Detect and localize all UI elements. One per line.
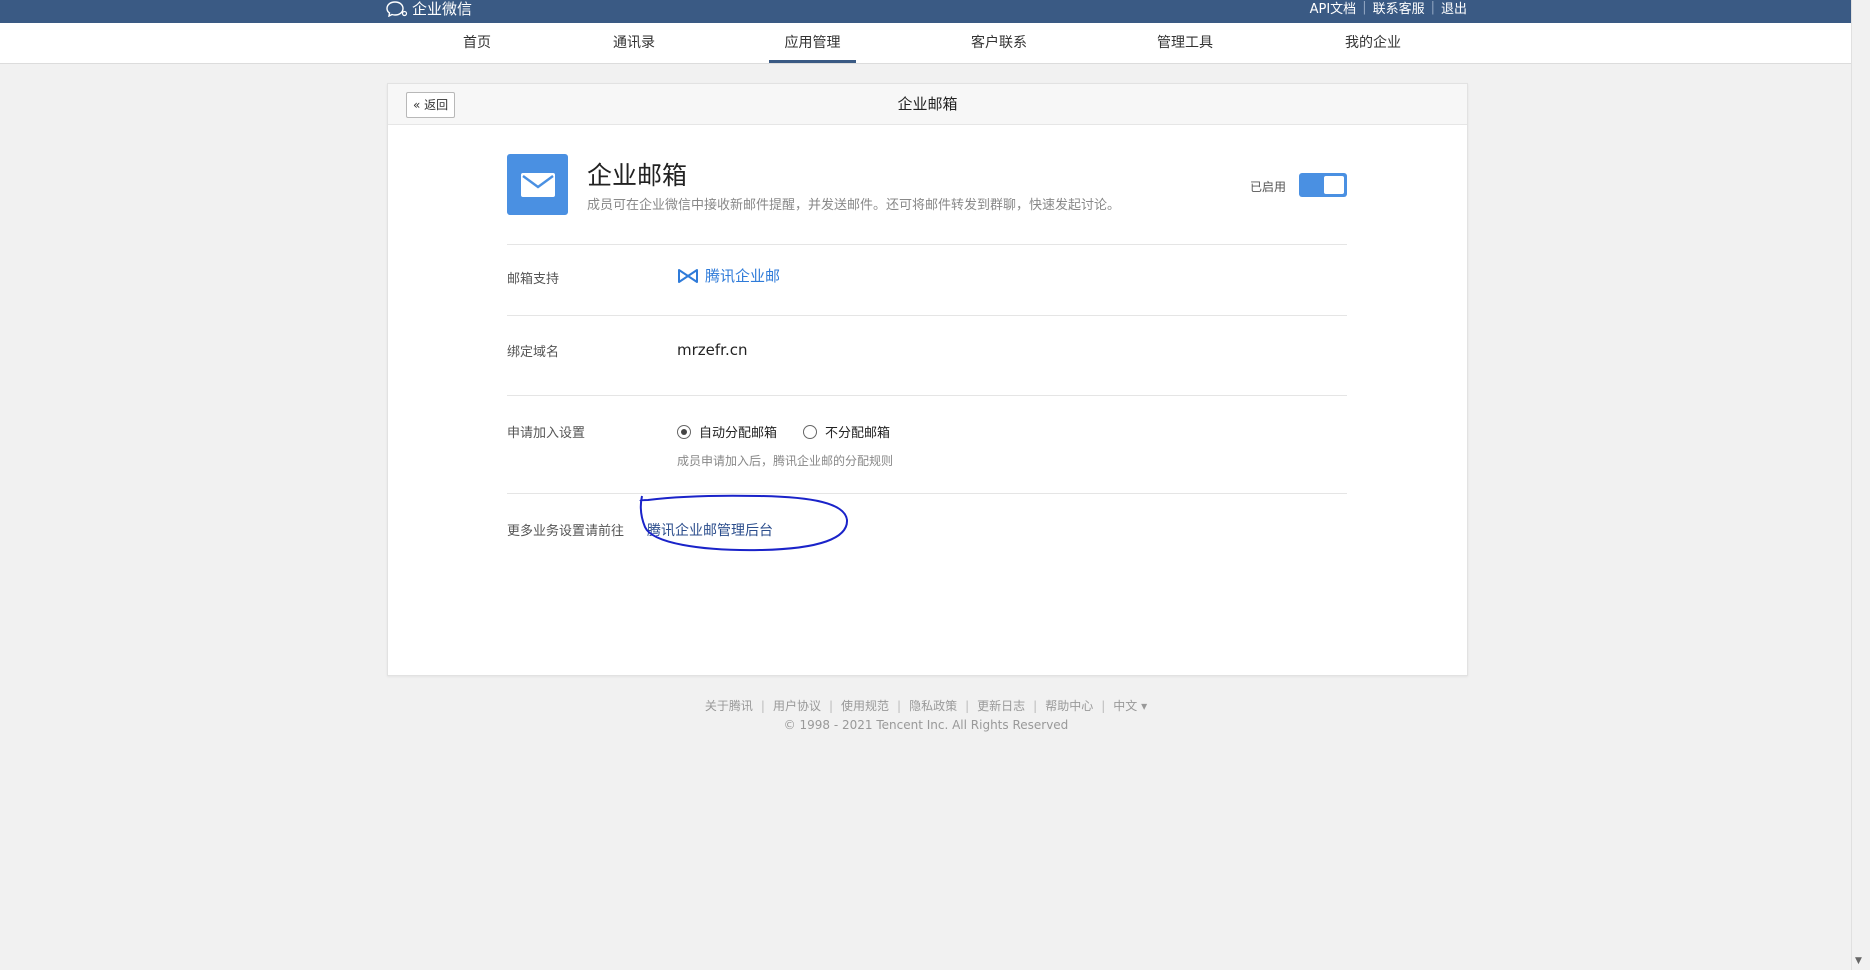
- radio-auto-assign-mailbox[interactable]: 自动分配邮箱: [677, 422, 777, 441]
- footer-link-usage-rules[interactable]: 使用规范: [841, 699, 889, 713]
- divider: [507, 493, 1347, 494]
- footer-link-privacy[interactable]: 隐私政策: [909, 699, 957, 713]
- nav-tab-app-management[interactable]: 应用管理: [769, 23, 856, 63]
- radio-label: 不分配邮箱: [825, 426, 891, 441]
- double-chevron-left-icon: «: [413, 98, 421, 112]
- join-setting-hint: 成员申请加入后，腾讯企业邮的分配规则: [677, 454, 894, 468]
- brand-name: 企业微信: [412, 0, 473, 18]
- scroll-down-arrow-icon[interactable]: ▼: [1855, 956, 1862, 966]
- footer-link-about[interactable]: 关于腾讯: [705, 699, 753, 713]
- radio-button[interactable]: [803, 424, 818, 439]
- nav-tab-contacts[interactable]: 通讯录: [606, 23, 662, 63]
- footer-link-help[interactable]: 帮助中心: [1045, 699, 1093, 713]
- card-header: 企业邮箱 « 返回: [388, 84, 1467, 125]
- separator: |: [965, 699, 970, 713]
- footer-link-changelog[interactable]: 更新日志: [977, 699, 1025, 713]
- radio-button-checked[interactable]: [677, 424, 691, 439]
- app-name: 企业邮箱: [587, 161, 688, 190]
- api-docs-link[interactable]: API文档: [1310, 0, 1357, 17]
- join-setting-radio-group: 自动分配邮箱 不分配邮箱: [677, 422, 916, 441]
- nav-tab-home[interactable]: 首页: [446, 23, 508, 63]
- page-title: 企业邮箱: [897, 95, 958, 113]
- footer-links: 关于腾讯 | 用户协议 | 使用规范 | 隐私政策 | 更新日志 | 帮助中心 | 中文 ▾: [0, 697, 1852, 714]
- status-label: 已启用: [1250, 180, 1287, 194]
- enable-toggle[interactable]: [1299, 173, 1347, 197]
- app-description: 成员可在企业微信中接收新邮件提醒，并发送邮件。还可将邮件转发到群聊，快速发起讨论…: [587, 198, 1121, 213]
- divider: [507, 315, 1347, 316]
- wecom-logo-icon: [386, 0, 408, 17]
- brand-logo[interactable]: 企业微信: [386, 0, 473, 18]
- top-bar: 企业微信 API文档 | 联系客服 | 退出: [0, 0, 1852, 23]
- top-links: API文档 | 联系客服 | 退出: [1310, 0, 1467, 17]
- radio-no-mailbox[interactable]: 不分配邮箱: [803, 422, 890, 441]
- mail-support-label: 邮箱支持: [507, 272, 560, 287]
- logout-link[interactable]: 退出: [1441, 0, 1467, 17]
- page-scrollbar[interactable]: ▼: [1851, 0, 1870, 970]
- join-setting-label: 申请加入设置: [507, 426, 586, 441]
- toggle-knob: [1324, 176, 1344, 194]
- separator: |: [1033, 699, 1038, 713]
- main-nav: 首页 通讯录 应用管理 客户联系 管理工具 我的企业: [0, 23, 1852, 64]
- separator: |: [828, 699, 834, 713]
- back-label: 返回: [424, 98, 449, 112]
- separator: |: [1430, 0, 1435, 15]
- nav-tab-my-company[interactable]: 我的企业: [1338, 23, 1408, 63]
- separator: |: [897, 699, 902, 713]
- domain-value: mrzefr.cn: [677, 341, 748, 359]
- nav-tab-customer-contact[interactable]: 客户联系: [966, 23, 1032, 63]
- copyright: © 1998 - 2021 Tencent Inc. All Rights Re…: [783, 718, 1069, 732]
- separator: |: [1362, 0, 1367, 15]
- mail-provider-name: 腾讯企业邮: [705, 267, 781, 285]
- back-button[interactable]: « 返回: [406, 92, 456, 118]
- footer-link-user-agreement[interactable]: 用户协议: [773, 699, 821, 713]
- separator: |: [760, 699, 765, 713]
- more-settings-label: 更多业务设置请前往: [507, 524, 625, 539]
- language-select[interactable]: 中文 ▾: [1113, 699, 1147, 713]
- exmail-admin-link[interactable]: 腾讯企业邮管理后台: [647, 520, 773, 540]
- radio-label: 自动分配邮箱: [699, 426, 778, 441]
- divider: [507, 244, 1347, 245]
- tencent-exmail-link[interactable]: 腾讯企业邮: [677, 265, 780, 286]
- tencent-exmail-logo-icon: [678, 268, 698, 283]
- contact-support-link[interactable]: 联系客服: [1373, 0, 1425, 17]
- mail-icon: [507, 154, 568, 215]
- divider: [507, 395, 1347, 396]
- separator: |: [1101, 699, 1106, 713]
- domain-label: 绑定域名: [507, 345, 560, 360]
- app-detail-card: 企业邮箱 « 返回 企业邮箱 成员可在企业微信中接收新邮件提醒，并发送邮件。还可…: [387, 83, 1468, 676]
- nav-tab-management-tools[interactable]: 管理工具: [1152, 23, 1218, 63]
